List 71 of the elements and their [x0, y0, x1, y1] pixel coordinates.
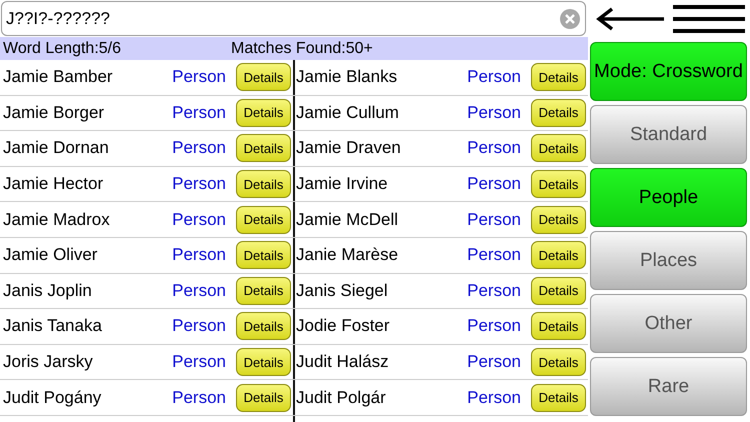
details-button[interactable]: Details [531, 98, 586, 127]
person-name: Jamie Irvine [296, 174, 389, 194]
person-name: Jamie Madrox [3, 210, 111, 230]
category-label: Person [467, 280, 521, 301]
menu-icon[interactable] [673, 4, 745, 34]
category-label: Person [172, 316, 226, 336]
details-button[interactable]: Details [236, 241, 291, 270]
category-label: Person [467, 102, 521, 123]
details-button[interactable]: Details [531, 312, 586, 340]
person-name: Jamie Oliver [3, 245, 98, 266]
person-name: Jodie Foster [296, 316, 391, 336]
matches-found-label: Matches Found:50+ [231, 40, 373, 58]
details-button[interactable]: Details [531, 276, 586, 305]
details-button[interactable]: Details [236, 312, 291, 340]
category-label: Person [467, 210, 521, 230]
details-button[interactable]: Details [531, 384, 586, 412]
person-name: Janis Tanaka [3, 316, 103, 336]
category-label: Person [467, 67, 521, 88]
person-name: Jamie Draven [296, 138, 402, 158]
category-label: Person [172, 245, 226, 266]
filter-button[interactable]: Standard [590, 105, 747, 164]
details-button[interactable]: Details [236, 206, 291, 234]
details-button[interactable]: Details [236, 276, 291, 305]
details-button[interactable]: Details [236, 170, 291, 198]
person-name: Judit Pogány [3, 388, 102, 408]
details-button[interactable]: Details [236, 134, 291, 162]
filter-button[interactable]: Places [590, 231, 747, 290]
details-button[interactable]: Details [531, 134, 586, 162]
person-name: Janis Siegel [296, 280, 389, 301]
details-button[interactable]: Details [531, 63, 586, 92]
details-button[interactable]: Details [531, 206, 586, 234]
filter-button[interactable]: Other [590, 294, 747, 353]
person-name: Jamie Blanks [296, 67, 398, 88]
mode-button[interactable]: Mode: Crossword [590, 42, 747, 101]
search-field[interactable]: J??I?-?????? [1, 1, 586, 36]
category-label: Person [172, 388, 226, 408]
details-button[interactable]: Details [236, 348, 291, 376]
details-button[interactable]: Details [236, 63, 291, 92]
category-label: Person [467, 138, 521, 158]
word-length-label: Word Length:5/6 [3, 40, 122, 58]
details-button[interactable]: Details [236, 384, 291, 412]
details-button[interactable]: Details [531, 170, 586, 198]
back-arrow-icon[interactable] [596, 7, 666, 31]
category-label: Person [467, 174, 521, 194]
details-button[interactable]: Details [531, 348, 586, 376]
filter-button[interactable]: People [590, 168, 747, 227]
category-label: Person [172, 280, 226, 301]
person-name: Jamie Dornan [3, 138, 110, 158]
person-name: Jamie McDell [296, 210, 400, 230]
category-label: Person [467, 388, 521, 408]
category-label: Person [467, 352, 521, 372]
category-label: Person [172, 352, 226, 372]
person-name: Jamie Bamber [3, 67, 114, 88]
category-label: Person [172, 102, 226, 123]
category-label: Person [467, 316, 521, 336]
person-name: Janis Joplin [3, 280, 93, 301]
person-name: Janie Marèse [296, 245, 400, 266]
category-label: Person [467, 245, 521, 266]
person-name: Judit Polgár [296, 388, 387, 408]
category-label: Person [172, 174, 226, 194]
category-label: Person [172, 138, 226, 158]
category-label: Person [172, 210, 226, 230]
person-name: Judit Halász [296, 352, 390, 372]
category-label: Person [172, 67, 226, 88]
details-button[interactable]: Details [236, 98, 291, 127]
details-button[interactable]: Details [531, 241, 586, 270]
person-name: Jamie Borger [3, 102, 106, 123]
person-name: Jamie Hector [3, 174, 104, 194]
person-name: Jamie Cullum [296, 102, 400, 123]
person-name: Joris Jarsky [3, 352, 94, 372]
filter-button[interactable]: Rare [590, 357, 747, 416]
